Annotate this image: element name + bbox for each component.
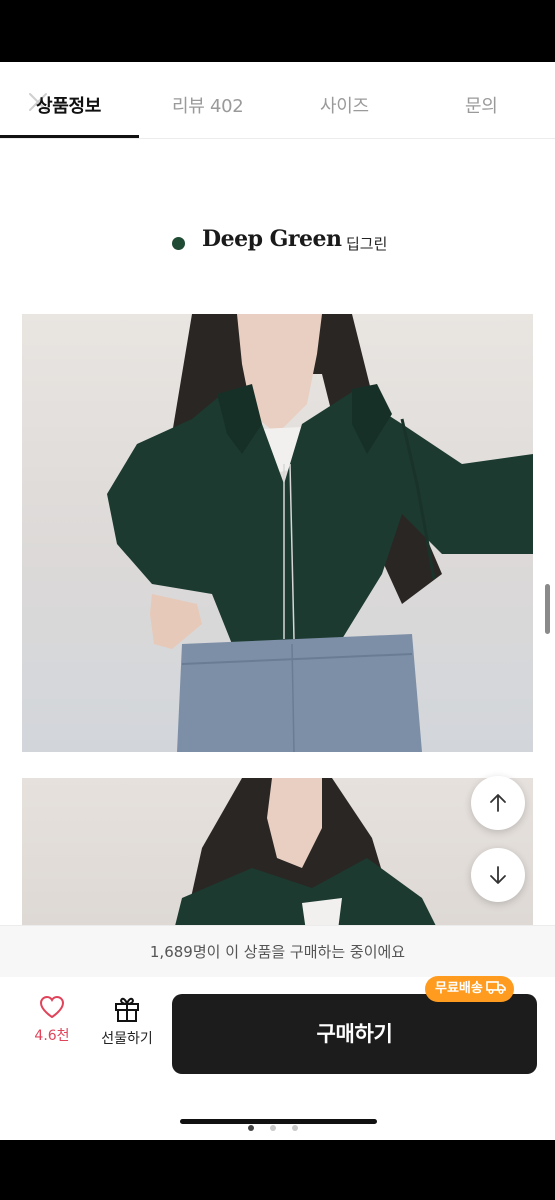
product-photo: [22, 314, 533, 752]
free-shipping-badge: 무료배송: [425, 976, 514, 1002]
home-indicator: [180, 1119, 377, 1124]
product-detail-screen: 상품정보 리뷰 402 사이즈 문의 Deep Green 딥그린 1,689명…: [0, 62, 555, 1140]
like-count: 4.6천: [34, 1028, 70, 1044]
tab-reviews[interactable]: 리뷰 402: [172, 92, 244, 118]
bottom-action-bar: 4.6천 선물하기 구매하기 무료배송: [0, 976, 555, 1140]
scroll-up-button[interactable]: [471, 776, 525, 830]
arrow-down-icon: [490, 866, 506, 884]
tab-bar: 상품정보 리뷰 402 사이즈 문의: [0, 62, 555, 139]
tab-product-info[interactable]: 상품정보: [36, 92, 101, 118]
heart-icon: [39, 995, 65, 1019]
purchase-notice: 1,689명이 이 상품을 구매하는 중이에요: [0, 925, 555, 977]
like-button[interactable]: 4.6천: [26, 995, 78, 1065]
scrollbar-thumb[interactable]: [545, 584, 550, 634]
active-tab-indicator: [0, 135, 139, 138]
tab-size[interactable]: 사이즈: [320, 92, 369, 118]
truck-icon: [486, 981, 506, 994]
gift-icon: [115, 997, 139, 1022]
gift-label: 선물하기: [101, 1031, 153, 1047]
gift-button[interactable]: 선물하기: [92, 995, 162, 1065]
color-name: Deep Green: [202, 226, 342, 252]
scroll-down-button[interactable]: [471, 848, 525, 902]
color-swatch-dot: [172, 237, 185, 250]
color-name-korean: 딥그린: [346, 235, 388, 253]
free-shipping-label: 무료배송: [435, 981, 483, 996]
arrow-up-icon: [490, 794, 506, 812]
buy-button[interactable]: 구매하기: [172, 994, 537, 1074]
product-photo: [22, 778, 533, 938]
tab-inquiry[interactable]: 문의: [465, 92, 498, 118]
